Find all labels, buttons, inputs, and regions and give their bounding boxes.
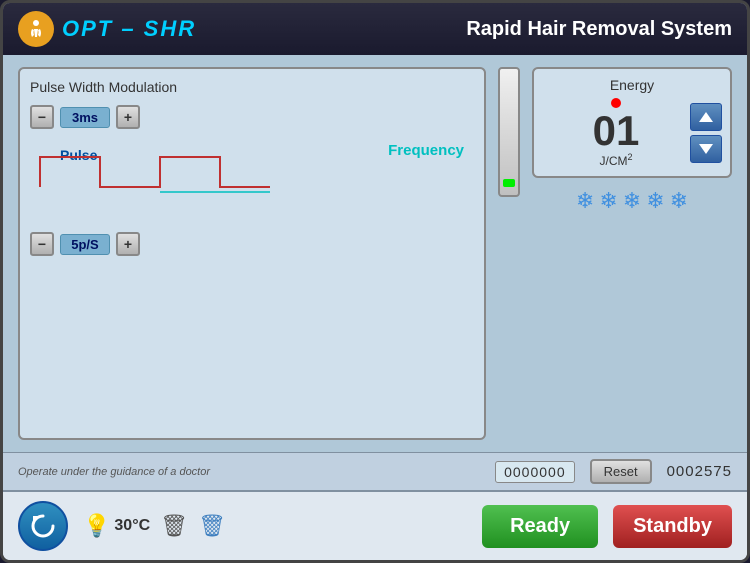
trash-icon-2: 🗑 bbox=[198, 513, 226, 539]
header: OPT – SHR Rapid Hair Removal System bbox=[3, 3, 747, 55]
energy-display: 01 J/CM2 bbox=[542, 98, 722, 168]
main-content: Pulse Width Modulation − 3ms + Pulse Fre… bbox=[3, 55, 747, 452]
waveform-svg bbox=[30, 142, 270, 197]
panel-title: Pulse Width Modulation bbox=[30, 79, 474, 95]
logo-text: OPT – SHR bbox=[62, 16, 196, 42]
main-screen: OPT – SHR Rapid Hair Removal System Puls… bbox=[0, 0, 750, 563]
session-counter: 0000000 bbox=[495, 461, 575, 483]
frequency-value-display: 5p/S bbox=[60, 234, 110, 255]
pulse-minus-button[interactable]: − bbox=[30, 105, 54, 129]
pulse-value-display: 3ms bbox=[60, 107, 110, 128]
total-counter: 0002575 bbox=[667, 463, 732, 480]
snowflake-2: ❄ bbox=[599, 188, 617, 214]
pulse-plus-button[interactable]: + bbox=[116, 105, 140, 129]
snowflake-3: ❄ bbox=[623, 188, 641, 214]
energy-panel: Energy 01 J/CM2 bbox=[532, 67, 732, 178]
info-bar: Operate under the guidance of a doctor 0… bbox=[3, 452, 747, 490]
snowflake-5: ❄ bbox=[670, 188, 688, 214]
standby-button[interactable]: Standby bbox=[613, 505, 732, 548]
energy-title: Energy bbox=[542, 77, 722, 93]
reset-button[interactable]: Reset bbox=[590, 459, 652, 484]
footer-icons: 💡 30°C 🗑 🗑 bbox=[83, 513, 226, 539]
energy-unit: J/CM2 bbox=[599, 152, 632, 168]
snowflake-4: ❄ bbox=[646, 188, 664, 214]
header-title: Rapid Hair Removal System bbox=[196, 18, 732, 41]
pulse-control-row: − 3ms + bbox=[30, 105, 474, 129]
guidance-text: Operate under the guidance of a doctor bbox=[18, 466, 480, 478]
slider-fill bbox=[503, 179, 515, 187]
footer: 💡 30°C 🗑 🗑 Ready Standby bbox=[3, 490, 747, 560]
frequency-minus-button[interactable]: − bbox=[30, 232, 54, 256]
temp-text: 30°C bbox=[114, 517, 150, 535]
energy-value: 01 bbox=[593, 110, 640, 152]
energy-left: 01 J/CM2 bbox=[542, 98, 690, 168]
left-panel: Pulse Width Modulation − 3ms + Pulse Fre… bbox=[18, 67, 486, 440]
logo-area: OPT – SHR bbox=[18, 11, 196, 47]
vertical-slider-column bbox=[498, 67, 520, 440]
logo-icon bbox=[18, 11, 54, 47]
snowflakes-row: ❄ ❄ ❄ ❄ ❄ bbox=[532, 188, 732, 214]
back-button[interactable] bbox=[18, 501, 68, 551]
energy-up-button[interactable] bbox=[690, 103, 722, 131]
trash-icon-1: 🗑 bbox=[160, 513, 188, 539]
frequency-label: Frequency bbox=[388, 142, 464, 159]
temp-display: 💡 30°C bbox=[83, 513, 150, 539]
back-icon bbox=[29, 512, 57, 540]
waveform-area: Pulse Frequency bbox=[30, 137, 474, 197]
right-panel: Energy 01 J/CM2 bbox=[532, 67, 732, 440]
energy-arrows bbox=[690, 103, 722, 163]
frequency-control-row: − 5p/S + bbox=[30, 232, 474, 256]
energy-down-button[interactable] bbox=[690, 135, 722, 163]
bulb-icon: 💡 bbox=[83, 513, 110, 539]
ready-button[interactable]: Ready bbox=[482, 505, 598, 548]
vertical-slider-track[interactable] bbox=[498, 67, 520, 197]
snowflake-1: ❄ bbox=[576, 188, 594, 214]
frequency-plus-button[interactable]: + bbox=[116, 232, 140, 256]
